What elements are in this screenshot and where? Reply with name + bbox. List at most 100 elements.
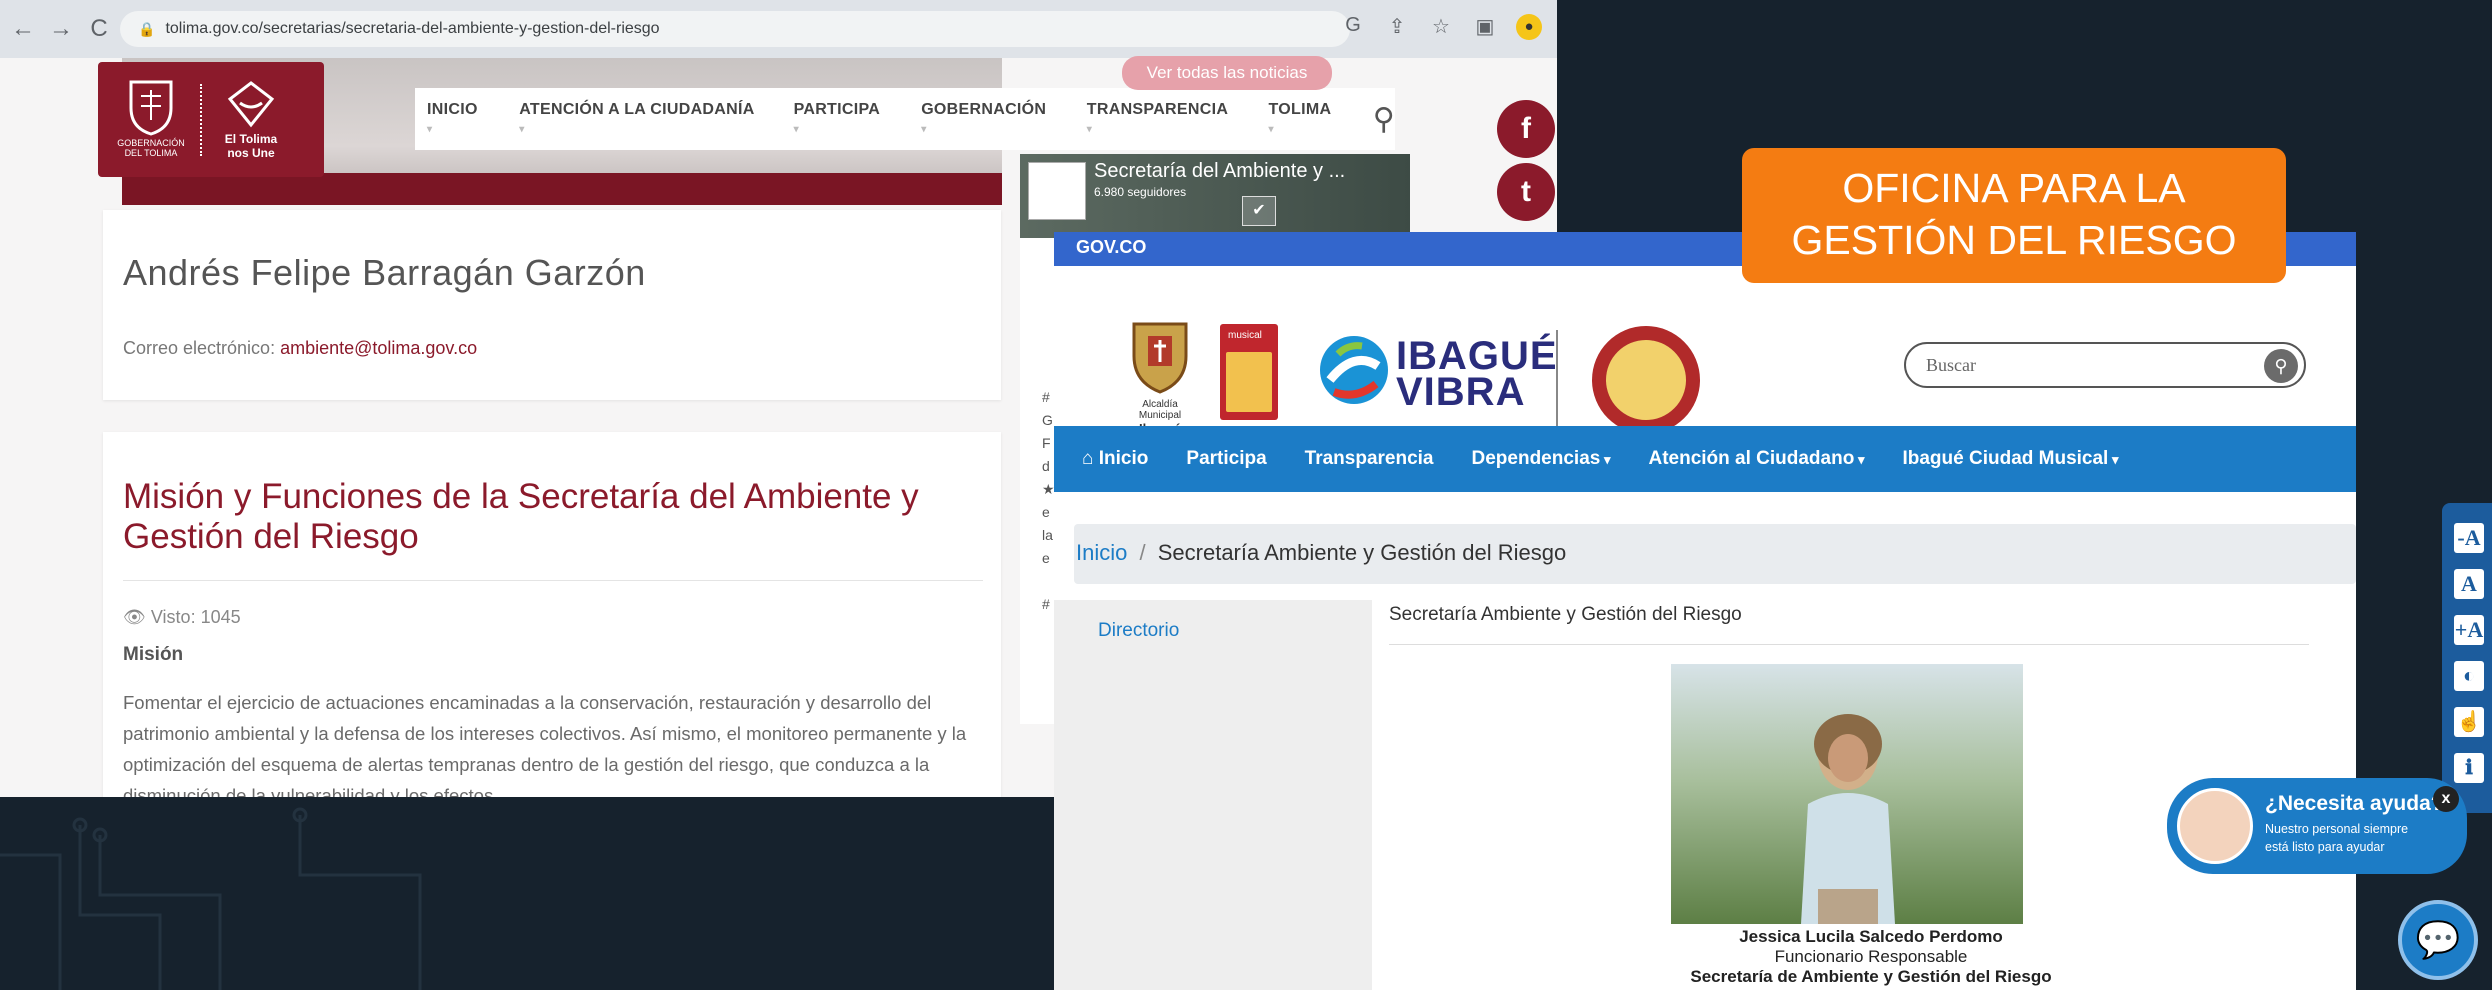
tolima-nos-une-logo: El Tolima nos Une	[216, 79, 286, 160]
ibague-nav-bar: ⌂ Inicio Participa Transparencia Depende…	[1054, 426, 2356, 492]
shield-icon	[1132, 322, 1188, 394]
address-bar[interactable]: 🔒 tolima.gov.co/secretarias/secretaria-d…	[120, 11, 1350, 47]
ver-noticias-button[interactable]: Ver todas las noticias	[1122, 56, 1332, 90]
reset-font-button[interactable]: A	[2454, 569, 2484, 599]
logo-separator	[200, 83, 202, 156]
search-icon[interactable]: ⚲	[2264, 349, 2298, 383]
search-input[interactable]: Buscar ⚲	[1904, 342, 2306, 388]
help-widget[interactable]: ¿Necesita ayuda? Nuestro personal siempr…	[2167, 778, 2467, 874]
google-icon[interactable]: G	[1340, 14, 1366, 40]
hand-icon[interactable]: ☝	[2454, 707, 2484, 737]
crest-icon	[129, 80, 173, 136]
contrast-icon[interactable]: ◐	[2454, 661, 2484, 691]
menu-item-transparencia[interactable]: TRANSPARENCIA	[1087, 101, 1235, 137]
page-thumbnail	[1028, 162, 1086, 220]
breadcrumb-current: Secretaría Ambiente y Gestión del Riesgo	[1157, 540, 1567, 565]
accessibility-toolbar: -A A +A ◐ ☝ ℹ	[2442, 503, 2492, 813]
musical-text: musical	[1228, 330, 1262, 341]
nav-atencion[interactable]: Atención al Ciudadano	[1648, 448, 1864, 470]
menu-item-tolima[interactable]: TOLIMA	[1268, 101, 1338, 137]
person-card: Andrés Felipe Barragán Garzón Correo ele…	[103, 210, 1001, 400]
sidepanel-icon[interactable]: ▣	[1472, 14, 1498, 40]
ibague-musical-logo: musical	[1220, 324, 1278, 420]
ibague-browser-window: GOV.CO Alcaldía Municipal Ibagué musical	[1054, 232, 2356, 990]
divider	[123, 580, 983, 581]
official-department: Secretaría de Ambiente y Gestión del Rie…	[1690, 967, 2052, 986]
reload-icon[interactable]: C	[84, 14, 114, 44]
agent-avatar	[2177, 788, 2253, 864]
home-icon: ⌂	[1082, 448, 1099, 469]
email-line: Correo electrónico: ambiente@tolima.gov.…	[123, 338, 477, 359]
share-icon[interactable]: ⇪	[1384, 14, 1410, 40]
official-role: Funcionario Responsable	[1774, 947, 1968, 966]
ibague-vibra-logo: IBAGUÉ VIBRA	[1316, 326, 1557, 416]
lock-icon: 🔒	[138, 20, 156, 37]
email-link[interactable]: ambiente@tolima.gov.co	[280, 338, 477, 358]
govco-logo: GOV.CO	[1076, 237, 1147, 257]
logo-separator	[1556, 330, 1558, 426]
menu-item-atencion[interactable]: ATENCIÓN A LA CIUDADANÍA	[519, 101, 759, 137]
breadcrumb-separator: /	[1139, 540, 1146, 565]
browser-actions: G ⇪ ☆ ▣ ● ⋮	[1340, 14, 1557, 40]
facebook-widget-header[interactable]: Secretaría del Ambiente y ... 6.980 segu…	[1020, 154, 1410, 238]
ibague-header: Alcaldía Municipal Ibagué musical IBAGUÉ…	[1054, 266, 2356, 436]
browser-toolbar: ← → C 🔒 tolima.gov.co/secretarias/secret…	[0, 0, 1557, 58]
circuit-lines	[0, 807, 422, 990]
increase-font-button[interactable]: +A	[2454, 615, 2484, 645]
official-portrait	[1801, 714, 1895, 924]
banner-line1: OFICINA PARA LA	[1842, 165, 2186, 211]
forward-arrow-icon[interactable]: →	[46, 14, 76, 44]
facebook-icon[interactable]: f	[1497, 100, 1555, 158]
address-url: tolima.gov.co/secretarias/secretaria-del…	[165, 20, 660, 37]
close-icon[interactable]: x	[2433, 786, 2459, 812]
hero-overlay	[122, 173, 1002, 205]
view-count-text: Visto: 1045	[150, 607, 241, 627]
decrease-font-button[interactable]: -A	[2454, 523, 2484, 553]
fb-like-icon[interactable]: ✔	[1242, 196, 1276, 226]
secretary-name: Andrés Felipe Barragán Garzón	[123, 252, 646, 293]
breadcrumb-home[interactable]: Inicio	[1076, 540, 1127, 565]
brand-line1: IBAGUÉ	[1396, 334, 1558, 378]
help-text: Nuestro personal siempre está listo para…	[2265, 822, 2409, 854]
tolima-main-menu: INICIO ATENCIÓN A LA CIUDADANÍA PARTICIP…	[415, 88, 1395, 150]
nav-transparencia[interactable]: Transparencia	[1305, 448, 1434, 470]
nav-inicio[interactable]: ⌂ Inicio	[1082, 448, 1148, 470]
colombia-seal-center	[1606, 340, 1686, 420]
alcaldia-text: Alcaldía Municipal	[1138, 399, 1182, 421]
handshake-icon	[227, 81, 275, 128]
chat-bubble-icon[interactable]: 💬	[2398, 900, 2478, 980]
nav-participa[interactable]: Participa	[1186, 448, 1266, 470]
mision-paragraph: Fomentar el ejercicio de actuaciones enc…	[123, 692, 967, 797]
twitter-icon[interactable]: t	[1497, 163, 1555, 221]
nav-ciudad-musical[interactable]: Ibagué Ciudad Musical	[1902, 448, 2118, 470]
nav-dependencias[interactable]: Dependencias	[1472, 448, 1611, 470]
search-icon[interactable]: ⚲	[1373, 102, 1395, 137]
brand-text: IBAGUÉ VIBRA	[1396, 334, 1558, 412]
back-arrow-icon[interactable]: ←	[8, 14, 38, 44]
info-icon[interactable]: ℹ	[2454, 753, 2484, 783]
republica-colombia-seal	[1592, 326, 1700, 434]
musical-clef-icon	[1226, 352, 1272, 412]
mision-heading: Misión y Funciones de la Secretaría del …	[123, 477, 919, 556]
alcaldia-logo[interactable]: Alcaldía Municipal Ibagué	[1120, 316, 1200, 436]
mision-label: Misión	[123, 644, 184, 665]
menu-item-gobernacion[interactable]: GOBERNACIÓN	[921, 101, 1053, 137]
email-label: Correo electrónico:	[123, 338, 281, 358]
bookmark-star-icon[interactable]: ☆	[1428, 14, 1454, 40]
menu-item-inicio[interactable]: INICIO	[427, 101, 485, 137]
crest-text: GOBERNACIÓN DEL TOLIMA	[117, 137, 185, 158]
sidebar: Directorio	[1054, 600, 1372, 990]
banner-line2: GESTIÓN DEL RIESGO	[1791, 217, 2237, 263]
breadcrumb: Inicio / Secretaría Ambiente y Gestión d…	[1074, 524, 2356, 584]
profile-avatar-icon[interactable]: ●	[1516, 14, 1542, 40]
search-placeholder: Buscar	[1926, 355, 1976, 375]
gobernacion-logo[interactable]: GOBERNACIÓN DEL TOLIMA El Tolima nos Une	[98, 62, 324, 177]
background-circuit-decoration	[0, 795, 700, 990]
official-caption: Jessica Lucila Salcedo Perdomo Funcionar…	[1389, 927, 2353, 987]
section-title: Secretaría Ambiente y Gestión del Riesgo	[1389, 604, 1742, 625]
sidebar-item-directorio[interactable]: Directorio	[1098, 620, 1179, 642]
tolima-crest: GOBERNACIÓN DEL TOLIMA	[116, 78, 186, 162]
mision-card: Misión y Funciones de la Secretaría del …	[103, 432, 1001, 797]
menu-item-participa[interactable]: PARTICIPA	[794, 101, 888, 137]
fb-page-title: Secretaría del Ambiente y ...	[1094, 160, 1346, 182]
